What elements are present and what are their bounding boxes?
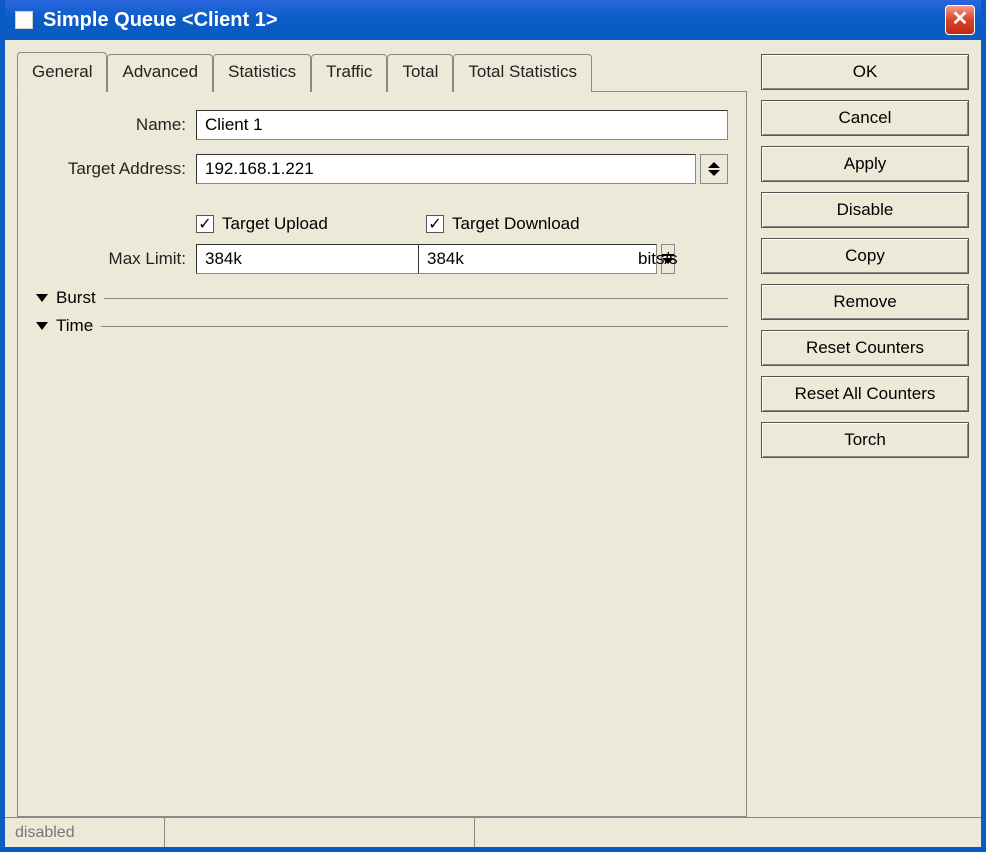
target-address-wrap: [196, 154, 728, 184]
time-label: Time: [56, 316, 93, 336]
remove-button[interactable]: Remove: [761, 284, 969, 320]
target-upload-check-label: Target Upload: [222, 214, 328, 234]
content-row: General Advanced Statistics Traffic Tota…: [5, 40, 981, 817]
button-column: OK Cancel Apply Disable Copy Remove Rese…: [761, 54, 969, 817]
target-address-input[interactable]: [196, 154, 696, 184]
titlebar[interactable]: Simple Queue <Client 1> ✕: [5, 0, 981, 40]
max-limit-unit: bits/s: [638, 249, 678, 269]
time-expander[interactable]: Time: [36, 316, 728, 336]
apply-button[interactable]: Apply: [761, 146, 969, 182]
cancel-button[interactable]: Cancel: [761, 100, 969, 136]
tab-panel-general: Name: Target Address:: [17, 91, 747, 817]
tab-total-statistics[interactable]: Total Statistics: [453, 54, 592, 92]
max-limit-download-input[interactable]: [418, 244, 657, 274]
target-download-checkbox[interactable]: ✓: [426, 215, 444, 233]
chevron-down-icon: [36, 294, 48, 302]
burst-label: Burst: [56, 288, 96, 308]
max-limit-row: Max Limit:: [36, 244, 728, 274]
disable-button[interactable]: Disable: [761, 192, 969, 228]
ok-button[interactable]: OK: [761, 54, 969, 90]
burst-expander[interactable]: Burst: [36, 288, 728, 308]
tab-total[interactable]: Total: [387, 54, 453, 92]
target-download-check-label: Target Download: [452, 214, 580, 234]
target-address-label: Target Address:: [36, 159, 196, 179]
target-upload-col: ✓ Target Upload: [196, 214, 426, 234]
chevron-up-icon: [708, 162, 720, 168]
chevron-down-icon: [708, 170, 720, 176]
status-state: disabled: [5, 818, 165, 847]
tab-statistics[interactable]: Statistics: [213, 54, 311, 92]
window-icon: [15, 11, 33, 29]
window-frame: Simple Queue <Client 1> ✕ General Advanc…: [0, 0, 986, 852]
target-download-col: ✓ Target Download: [426, 214, 656, 234]
name-input[interactable]: [196, 110, 728, 140]
separator: [101, 326, 728, 327]
copy-button[interactable]: Copy: [761, 238, 969, 274]
status-cell-2: [165, 818, 475, 847]
target-check-row: ✓ Target Upload ✓ Target Download: [36, 214, 728, 234]
tab-traffic[interactable]: Traffic: [311, 54, 387, 92]
reset-all-counters-button[interactable]: Reset All Counters: [761, 376, 969, 412]
tab-general[interactable]: General: [17, 52, 107, 92]
torch-button[interactable]: Torch: [761, 422, 969, 458]
max-limit-upload-combo: [196, 244, 406, 274]
window-body: General Advanced Statistics Traffic Tota…: [5, 40, 981, 847]
statusbar: disabled: [5, 817, 981, 847]
chevron-down-icon: [36, 322, 48, 330]
reset-counters-button[interactable]: Reset Counters: [761, 330, 969, 366]
tab-advanced[interactable]: Advanced: [107, 54, 213, 92]
target-upload-checkbox[interactable]: ✓: [196, 215, 214, 233]
separator: [104, 298, 728, 299]
tab-strip: General Advanced Statistics Traffic Tota…: [17, 54, 747, 91]
name-label: Name:: [36, 115, 196, 135]
name-row: Name:: [36, 110, 728, 140]
status-cell-3: [475, 818, 981, 847]
close-icon[interactable]: ✕: [945, 5, 975, 35]
max-limit-download-combo: [418, 244, 628, 274]
target-address-spinner[interactable]: [700, 154, 728, 184]
window-title: Simple Queue <Client 1>: [43, 9, 945, 32]
max-limit-label: Max Limit:: [36, 249, 196, 269]
max-limit-upload-input[interactable]: [196, 244, 435, 274]
target-address-row: Target Address:: [36, 154, 728, 184]
tab-area: General Advanced Statistics Traffic Tota…: [17, 54, 747, 817]
